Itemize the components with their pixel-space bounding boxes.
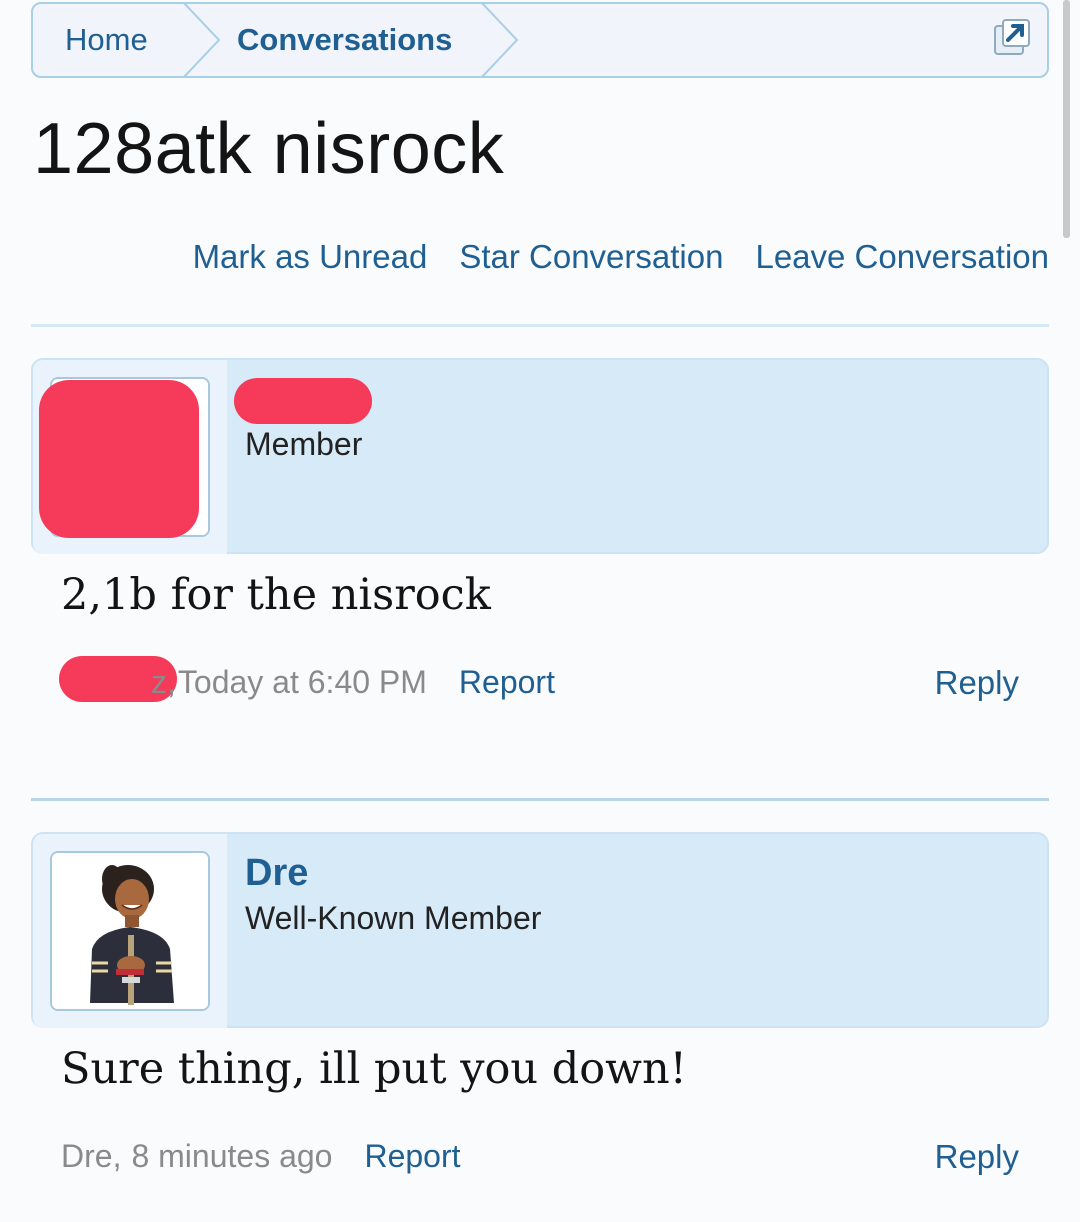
reply-link[interactable]: Reply <box>935 664 1019 702</box>
redaction-mark <box>234 378 372 424</box>
message-date: 8 minutes ago <box>131 1138 333 1174</box>
user-title: Member <box>245 426 363 462</box>
page-scrollbar[interactable] <box>1063 0 1070 238</box>
redaction-mark <box>39 380 199 538</box>
message-body: 2,1b for the nisrock <box>61 570 491 620</box>
star-conversation-link[interactable]: Star Conversation <box>459 238 723 276</box>
breadcrumb-conversations[interactable]: Conversations <box>237 4 452 76</box>
report-link[interactable]: Report <box>364 1138 460 1175</box>
message-divider <box>31 798 1049 801</box>
conversation-actions: Mark as Unread Star Conversation Leave C… <box>193 238 1049 276</box>
message-author[interactable]: Dre, <box>61 1138 121 1175</box>
breadcrumb-separator-icon <box>183 4 221 76</box>
message-author-name: z, <box>151 664 176 700</box>
message: Dre Well-Known Member Sure thing, ill pu… <box>31 832 1049 1175</box>
user-title: Well-Known Member <box>245 900 542 936</box>
user-info: Dre Well-Known Member <box>245 852 541 937</box>
breadcrumb-separator-icon <box>481 4 519 76</box>
page-title: 128atk nisrock <box>33 109 505 189</box>
report-link[interactable]: Report <box>459 664 555 701</box>
leave-conversation-link[interactable]: Leave Conversation <box>755 238 1049 276</box>
external-link-icon[interactable] <box>993 18 1031 56</box>
avatar-container <box>33 834 227 1028</box>
reply-link[interactable]: Reply <box>935 1138 1019 1176</box>
username-link[interactable]: Dre <box>245 852 541 896</box>
message-author[interactable]: z, <box>59 656 177 702</box>
mark-unread-link[interactable]: Mark as Unread <box>193 238 428 276</box>
avatar[interactable] <box>50 851 210 1011</box>
breadcrumb: Home Conversations <box>31 2 1049 78</box>
section-divider <box>31 324 1049 327</box>
message-meta: Dre, 8 minutes ago Report <box>61 1138 461 1175</box>
message-body: Sure thing, ill put you down! <box>61 1044 687 1094</box>
breadcrumb-home[interactable]: Home <box>65 4 148 76</box>
message-date: Today at 6:40 PM <box>177 664 427 700</box>
message: T Member 2,1b for the nisrock z, Today a… <box>31 358 1049 702</box>
avatar-image <box>52 853 208 1009</box>
message-meta: z, Today at 6:40 PM Report <box>59 656 555 702</box>
message-user-block: Dre Well-Known Member <box>31 832 1049 1028</box>
